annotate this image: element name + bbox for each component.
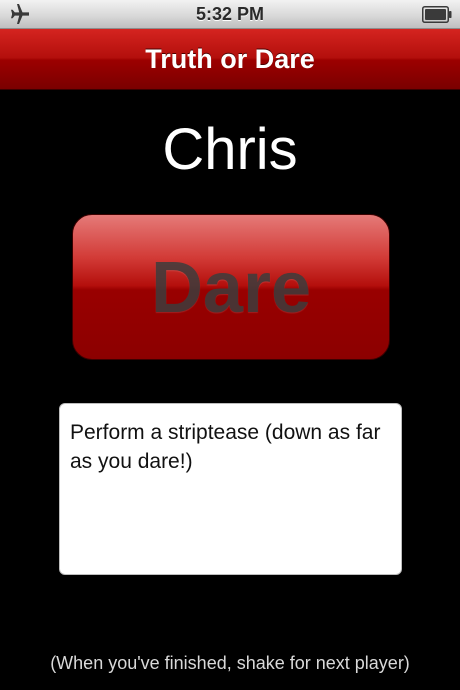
status-time: 5:32 PM bbox=[195, 4, 265, 24]
status-bar: 5:32 PM bbox=[0, 0, 460, 29]
navigation-bar: Truth or Dare bbox=[0, 29, 460, 90]
nav-title: Truth or Dare bbox=[145, 44, 315, 74]
dare-button-label: Dare bbox=[150, 248, 312, 328]
footer-hint: (When you've finished, shake for next pl… bbox=[50, 653, 410, 673]
player-name: Chris bbox=[162, 117, 298, 182]
dare-button[interactable]: Dare bbox=[72, 214, 390, 360]
dare-text-box[interactable]: Perform a striptease (down as far as you… bbox=[59, 403, 402, 575]
battery-icon bbox=[422, 6, 452, 23]
